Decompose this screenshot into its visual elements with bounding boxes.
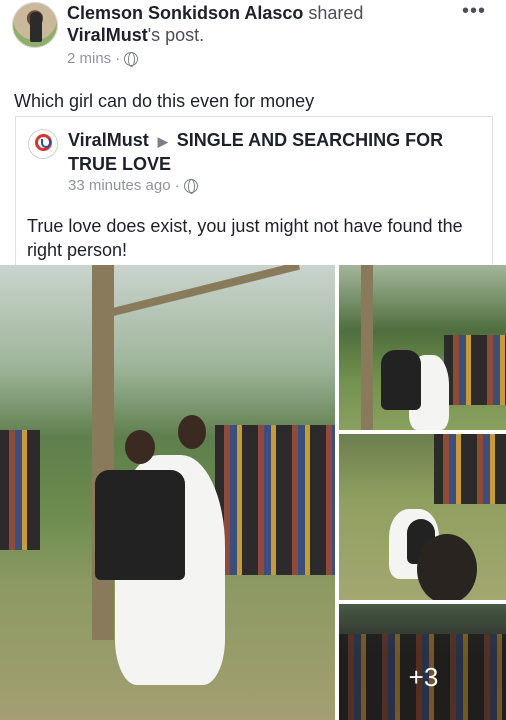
action-word: shared	[308, 3, 364, 23]
meta-separator: ·	[174, 177, 180, 194]
author-name[interactable]: Clemson Sonkidson Alasco	[67, 3, 303, 23]
arrow-right-icon: ▶	[157, 134, 168, 149]
post-meta: 2 mins ·	[67, 50, 139, 67]
photo-grid: +3	[0, 265, 506, 720]
post-time[interactable]: 2 mins	[67, 50, 111, 67]
shared-from-link[interactable]: ViralMust	[67, 25, 148, 45]
photo-thumb-2[interactable]	[339, 434, 506, 600]
shared-post-meta: 33 minutes ago ·	[68, 177, 198, 194]
photo-main[interactable]	[0, 265, 335, 720]
shared-post-time[interactable]: 33 minutes ago	[68, 177, 171, 194]
possessive-text: 's post.	[147, 25, 205, 45]
post-headline: Clemson Sonkidson Alasco shared ViralMus…	[67, 2, 447, 46]
shared-post-card[interactable]: ViralMust ▶ SINGLE AND SEARCHING FOR TRU…	[15, 116, 493, 266]
meta-separator: ·	[115, 50, 121, 67]
page-logo[interactable]	[28, 129, 58, 159]
globe-icon	[124, 51, 139, 67]
photo-thumb-1[interactable]	[339, 265, 506, 430]
author-avatar[interactable]	[12, 2, 58, 48]
more-options-icon[interactable]: •••	[462, 0, 486, 23]
post-caption: Which girl can do this even for money	[14, 91, 315, 111]
page-name-link[interactable]: ViralMust	[68, 130, 149, 150]
more-photos-count: +3	[408, 661, 439, 692]
globe-icon	[183, 178, 198, 194]
shared-post-title: ViralMust ▶ SINGLE AND SEARCHING FOR TRU…	[68, 129, 478, 176]
more-photos-overlay[interactable]: +3	[339, 604, 506, 720]
post-header: Clemson Sonkidson Alasco shared ViralMus…	[0, 0, 506, 86]
shared-post-text: True love does exist, you just might not…	[27, 216, 463, 260]
